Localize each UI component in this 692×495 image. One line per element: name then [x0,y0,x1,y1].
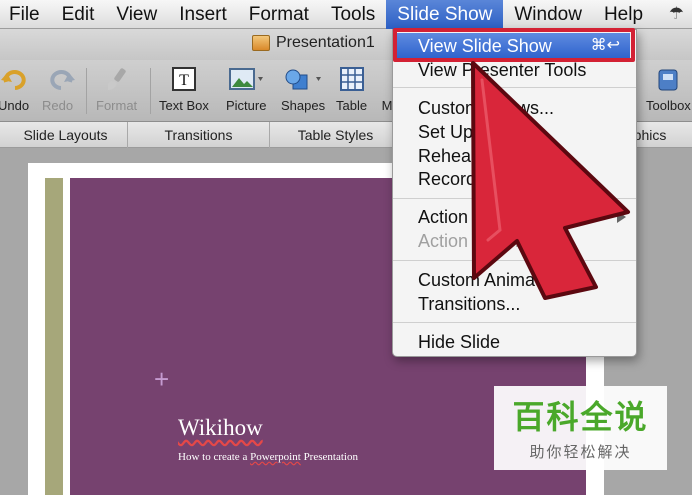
menu-slide-show[interactable]: Slide Show [386,0,504,29]
picture-label: Picture [226,98,267,113]
slide-title[interactable]: Wikihow [178,415,263,441]
redo-label: Redo [42,98,74,113]
menu-separator [393,322,636,323]
menu-view[interactable]: View [105,0,168,29]
toolbar-separator [86,68,87,114]
script-menu-icon[interactable]: ☂ [669,4,692,24]
toolbox-button[interactable]: Toolbox [646,66,691,113]
menu-item-hide-slide[interactable]: Hide Slide [393,329,636,355]
menu-item-set-up-show[interactable]: Set Up Show... [393,119,636,145]
watermark-badge: 百科全说 助你轻松解决 [494,386,667,470]
submenu-arrow-icon [617,211,626,223]
menu-help[interactable]: Help [593,0,654,29]
tab-transitions[interactable]: Transitions [128,122,270,148]
menu-item-custom-shows[interactable]: Custom Shows... [393,95,636,121]
text-box-icon: T [171,66,197,92]
shapes-label: Shapes [281,98,326,113]
format-label: Format [96,98,138,113]
presentation-doc-icon [252,35,270,51]
media-label: M [381,98,393,113]
watermark-logo: 百科全说 [512,399,649,435]
menu-separator [393,198,636,199]
menu-item-custom-animation[interactable]: Custom Animation... [393,267,636,293]
toolbar-separator [150,68,151,114]
menu-tools[interactable]: Tools [320,0,386,29]
shapes-icon [283,66,323,92]
table-label: Table [336,98,368,113]
menu-file[interactable]: File [0,0,51,29]
menu-format[interactable]: Format [238,0,320,29]
table-icon [339,66,365,92]
slide-subtitle-end: Presentation [300,451,358,463]
svg-text:T: T [179,72,189,89]
annotation-highlight-frame [393,28,635,62]
document-title-text: Presentation1 [276,34,375,51]
menu-separator [393,260,636,261]
tab-table-styles[interactable]: Table Styles [270,122,402,148]
content-placeholder-plus-icon[interactable]: + [154,366,169,392]
redo-icon [45,66,75,92]
menu-bar: File Edit View Insert Format Tools Slide… [0,0,692,29]
paintbrush-icon [104,66,130,92]
format-painter-button[interactable]: Format [96,66,137,113]
menu-item-label: Action Buttons [418,207,535,227]
picture-button[interactable]: Picture [226,66,266,113]
undo-icon [0,66,27,92]
slide-show-menu: View Slide Show ⌘↩ View Presenter Tools … [392,29,637,357]
toolbox-icon [657,66,679,92]
slide-subtitle[interactable]: How to create a Powerpoint Presentation [178,451,358,463]
undo-button[interactable]: Undo [0,66,29,113]
menu-item-action-settings: Action Settings... [418,231,554,251]
redo-button[interactable]: Redo [42,66,75,113]
text-box-button[interactable]: T Text Box [159,66,209,113]
toolbox-label: Toolbox [646,98,691,113]
menu-edit[interactable]: Edit [51,0,106,29]
document-title: Presentation1 [252,34,375,52]
table-button[interactable]: Table [336,66,367,113]
menu-item-record-narration[interactable]: Record Narration... [393,166,636,192]
text-box-label: Text Box [159,98,209,113]
menu-item-action-buttons[interactable]: Action Buttons [393,204,636,230]
slide-subtitle-start: How to create a [178,451,251,463]
slide-subtitle-misspelled-word: Powerpoint [250,451,301,463]
watermark-tagline: 助你轻松解决 [529,444,632,461]
menu-item-transitions[interactable]: Transitions... [393,291,636,317]
shapes-button[interactable]: Shapes [281,66,325,113]
menu-window[interactable]: Window [503,0,593,29]
menu-separator [393,87,636,88]
picture-icon [228,66,264,92]
undo-label: Undo [0,98,30,113]
tab-slide-layouts[interactable]: Slide Layouts [4,122,128,148]
menu-insert[interactable]: Insert [168,0,238,29]
slide-accent-bar [45,178,63,495]
